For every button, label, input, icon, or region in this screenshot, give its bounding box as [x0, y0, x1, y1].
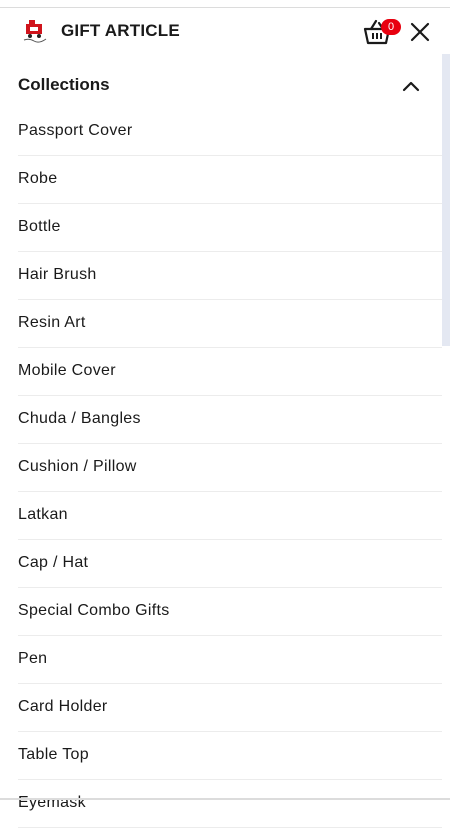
menu-item-label: Eyemask [18, 794, 86, 811]
menu-item-bottle[interactable]: Bottle [18, 204, 442, 252]
menu-item-eyemask[interactable]: Eyemask [18, 780, 442, 828]
menu-item-label: Special Combo Gifts [18, 602, 170, 619]
collections-toggle[interactable]: Collections [18, 62, 442, 108]
menu-item-label: Chuda / Bangles [18, 410, 141, 427]
menu-item-mobile-cover[interactable]: Mobile Cover [18, 348, 442, 396]
menu-item-label: Robe [18, 170, 58, 187]
menu-item-label: Passport Cover [18, 122, 133, 139]
menu-item-chuda-bangles[interactable]: Chuda / Bangles [18, 396, 442, 444]
menu-item-hair-brush[interactable]: Hair Brush [18, 252, 442, 300]
menu-item-passport-cover[interactable]: Passport Cover [18, 108, 442, 156]
menu-item-label: Hair Brush [18, 266, 97, 283]
menu-item-label: Pen [18, 650, 48, 667]
menu-item-label: Cap / Hat [18, 554, 89, 571]
menu-item-table-top[interactable]: Table Top [18, 732, 442, 780]
menu-item-label: Table Top [18, 746, 89, 763]
section-title: Collections [18, 75, 110, 94]
cart-count-badge: 0 [381, 19, 401, 35]
chevron-up-icon[interactable] [401, 76, 421, 96]
menu-item-label: Resin Art [18, 314, 86, 331]
menu-item-label: Card Holder [18, 698, 108, 715]
close-icon[interactable] [409, 21, 431, 43]
menu-item-label: Cushion / Pillow [18, 458, 137, 475]
menu-header: GIFT ARTICLE 0 [0, 8, 450, 54]
menu-item-label: Latkan [18, 506, 68, 523]
menu-item-card-holder[interactable]: Card Holder [18, 684, 442, 732]
menu-item-label: Bottle [18, 218, 61, 235]
menu-item-latkan[interactable]: Latkan [18, 492, 442, 540]
gift-cart-logo[interactable] [22, 18, 48, 44]
top-divider [0, 0, 450, 8]
menu-item-cap-hat[interactable]: Cap / Hat [18, 540, 442, 588]
menu-item-robe[interactable]: Robe [18, 156, 442, 204]
menu-item-pen[interactable]: Pen [18, 636, 442, 684]
menu-item-special-combo-gifts[interactable]: Special Combo Gifts [18, 588, 442, 636]
menu-item-label: Mobile Cover [18, 362, 116, 379]
scrollbar[interactable] [442, 54, 450, 346]
menu-item-cushion-pillow[interactable]: Cushion / Pillow [18, 444, 442, 492]
collection-list: Passport Cover Robe Bottle Hair Brush Re… [18, 108, 442, 828]
brand-name: GIFT ARTICLE [61, 21, 180, 40]
menu-item-resin-art[interactable]: Resin Art [18, 300, 442, 348]
navigation-menu: Collections Passport Cover Robe Bottle H… [18, 62, 442, 828]
